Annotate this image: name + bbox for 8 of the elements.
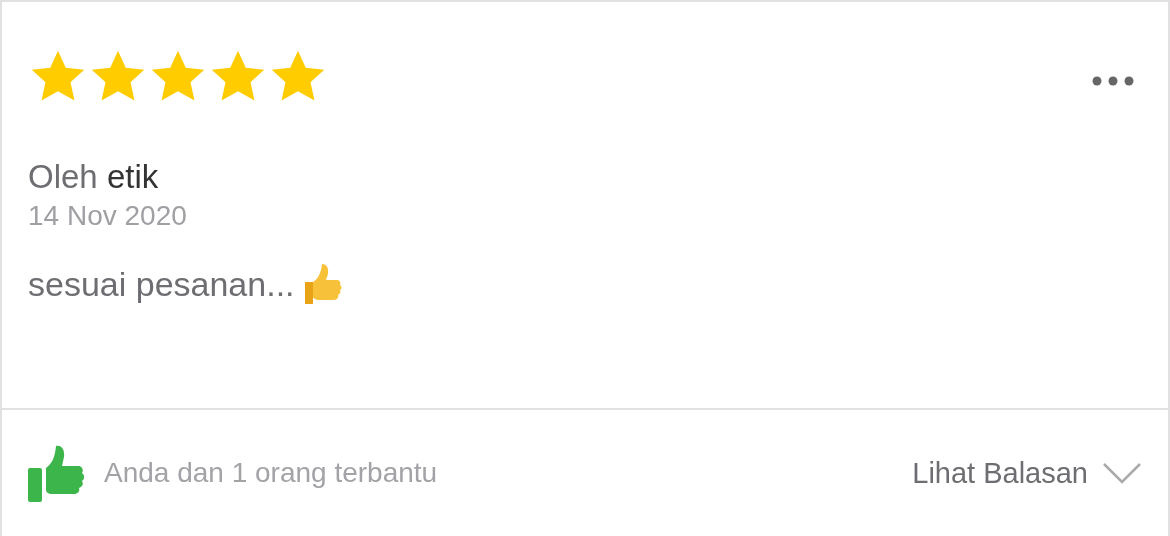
- review-text: sesuai pesanan...: [28, 264, 295, 304]
- view-replies-link[interactable]: Lihat Balasan: [912, 456, 1142, 490]
- review-date: 14 Nov 2020: [28, 200, 187, 232]
- helpful-count: Anda dan 1 orang terbantu: [104, 457, 439, 489]
- chevron-down-icon: [1102, 462, 1142, 484]
- more-icon[interactable]: [1092, 75, 1134, 87]
- review-author: Oleh etik: [28, 158, 159, 196]
- thumbs-up-icon[interactable]: [28, 444, 84, 502]
